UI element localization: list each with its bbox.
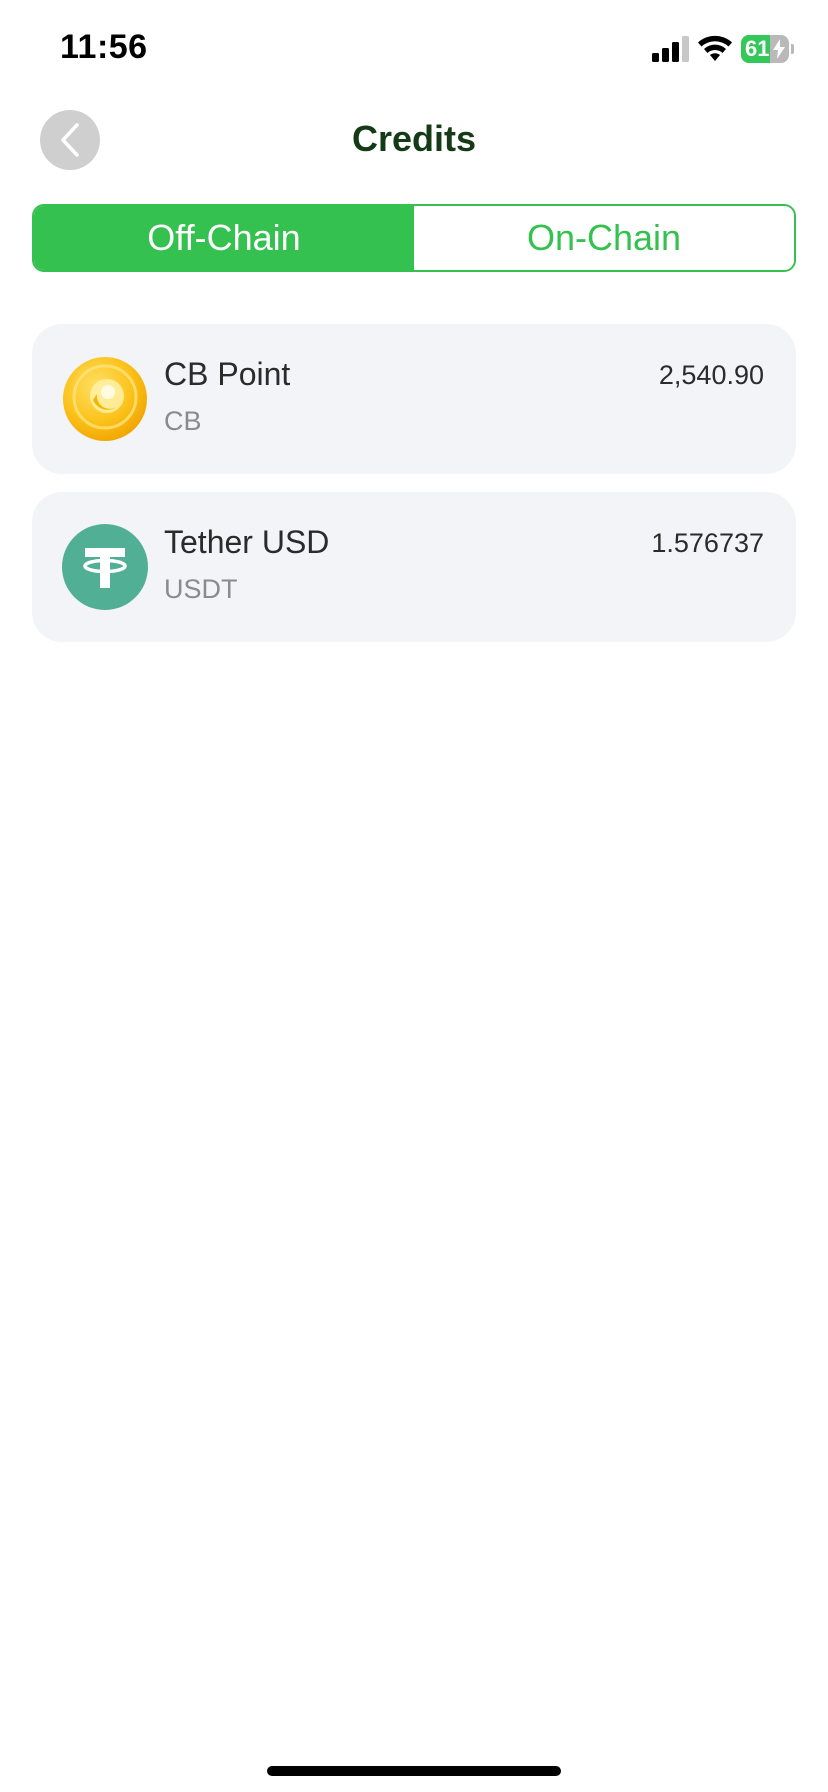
charging-bolt-icon	[773, 39, 785, 59]
chain-segmented-control: Off-Chain On-Chain	[32, 204, 796, 272]
wifi-icon	[698, 35, 732, 61]
battery-percent: 61	[745, 36, 770, 61]
cb-coin-icon	[63, 357, 147, 441]
asset-balance: 2,540.90	[658, 360, 764, 390]
asset-item-tether-usd[interactable]: Tether USD USDT 1.576737	[32, 492, 796, 642]
asset-item-cb-point[interactable]: CB Point CB 2,540.90	[32, 324, 796, 474]
tab-off-chain[interactable]: Off-Chain	[34, 206, 414, 270]
asset-symbol: USDT	[164, 574, 238, 604]
home-indicator	[267, 1766, 561, 1776]
tab-on-chain[interactable]: On-Chain	[414, 206, 794, 270]
status-time: 11:56	[60, 28, 148, 66]
asset-name: CB Point	[164, 356, 291, 392]
asset-symbol: CB	[164, 406, 202, 436]
cellular-signal-icon	[652, 36, 689, 62]
asset-name: Tether USD	[164, 524, 330, 560]
battery-charging-icon: 61	[741, 35, 794, 63]
tether-icon	[62, 524, 148, 610]
battery-body: 61	[741, 35, 789, 63]
asset-list: CB Point CB 2,540.90 Tether USD USDT 1.5…	[32, 324, 796, 660]
status-bar: 11:56 61	[0, 0, 828, 100]
page-title: Credits	[351, 118, 477, 159]
battery-cap	[791, 44, 794, 54]
asset-balance: 1.576737	[651, 528, 764, 558]
